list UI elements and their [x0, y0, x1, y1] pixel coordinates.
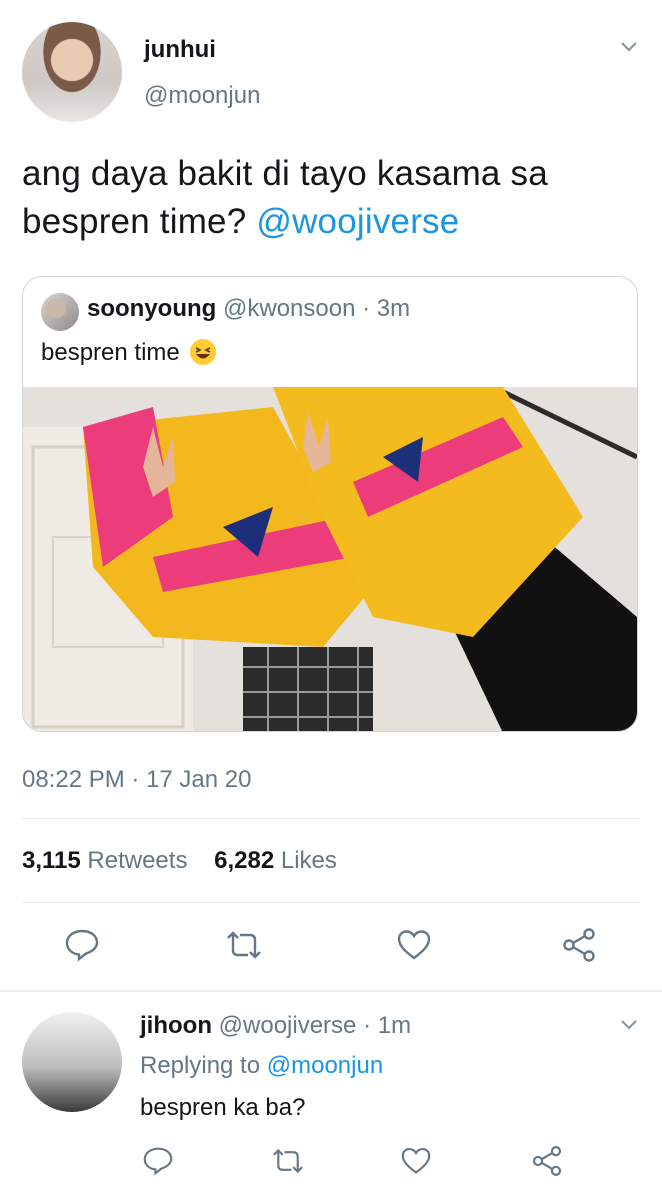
quoted-author-name: soonyoung [87, 295, 217, 322]
tweet-stats: 3,115 Retweets 6,282 Likes [22, 847, 337, 875]
chevron-down-icon[interactable] [620, 1018, 638, 1036]
retweet-icon[interactable] [224, 928, 264, 967]
likes-label[interactable]: Likes [281, 847, 337, 874]
tweet-mention-link[interactable]: @woojiverse [256, 202, 459, 241]
reply-icon[interactable] [64, 928, 100, 967]
share-icon[interactable] [530, 1144, 564, 1183]
divider [22, 818, 640, 819]
quoted-tweet[interactable]: soonyoung @kwonsoon · 3m bespren time [22, 276, 638, 732]
like-icon[interactable] [400, 1146, 432, 1181]
laughing-emoji-icon [190, 339, 217, 365]
retweet-icon[interactable] [270, 1146, 306, 1181]
reply-icon[interactable] [142, 1146, 174, 1181]
quoted-tweet-header: soonyoung @kwonsoon · 3m [87, 295, 410, 323]
replying-to: Replying to @moonjun [140, 1052, 383, 1080]
replying-to-label: Replying to [140, 1052, 261, 1079]
author-handle[interactable]: @moonjun [144, 82, 260, 110]
retweets-count[interactable]: 3,115 [22, 847, 81, 874]
reply-header: jihoon @woojiverse · 1m [140, 1012, 411, 1040]
chevron-down-icon[interactable] [620, 40, 638, 58]
replying-to-mention[interactable]: @moonjun [267, 1052, 383, 1079]
like-icon[interactable] [396, 928, 432, 967]
divider [22, 902, 640, 903]
quoted-tweet-body: bespren time [41, 339, 180, 366]
quoted-tweet-photo[interactable] [23, 384, 637, 731]
author-avatar[interactable] [22, 22, 122, 122]
quoted-tweet-text: bespren time [41, 339, 217, 367]
quoted-author-avatar [41, 293, 79, 331]
share-icon[interactable] [560, 926, 598, 969]
quoted-tweet-time: · 3m [362, 295, 411, 322]
tweet-text: ang daya bakit di tayo kasama sa bespren… [22, 150, 642, 246]
tweet-timestamp[interactable]: 08:22 PM · 17 Jan 20 [22, 766, 251, 794]
reply-text: bespren ka ba? [140, 1094, 306, 1121]
quoted-author-handle: @kwonsoon [223, 295, 356, 322]
reply-separator [0, 990, 662, 992]
reply-author-handle[interactable]: @woojiverse [219, 1012, 357, 1039]
reply-author-name[interactable]: jihoon [140, 1012, 212, 1039]
reply-time: · 1m [363, 1012, 412, 1039]
author-name[interactable]: junhui [144, 36, 216, 64]
reply-author-avatar[interactable] [22, 1012, 122, 1112]
likes-count[interactable]: 6,282 [214, 847, 274, 874]
retweets-label[interactable]: Retweets [87, 847, 187, 874]
